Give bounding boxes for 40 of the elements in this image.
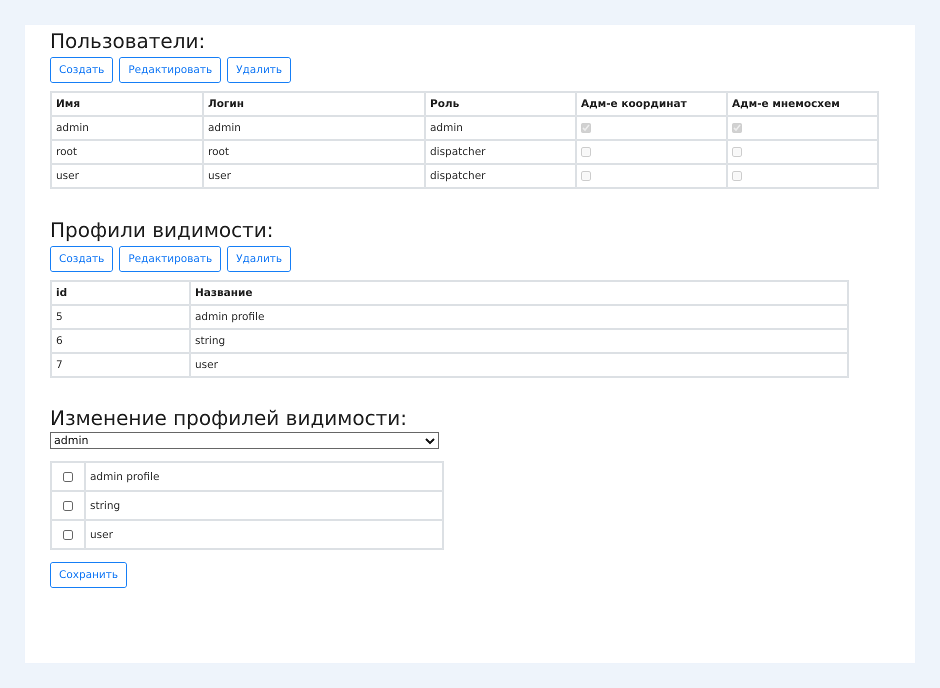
table-cell: dispatcher bbox=[425, 164, 576, 188]
action-button[interactable]: Создать bbox=[50, 246, 114, 272]
table-cell: 5 bbox=[51, 305, 190, 329]
section-title: Профили видимости: bbox=[50, 217, 275, 244]
action-button[interactable]: Редактировать bbox=[119, 246, 222, 272]
column-header: Имя bbox=[51, 92, 203, 116]
table-cell: root bbox=[203, 140, 425, 164]
table-cell: 6 bbox=[51, 329, 190, 353]
table-cell: admin bbox=[51, 116, 203, 140]
table-cell: user bbox=[203, 164, 425, 188]
section-title: Изменение профилей видимости: bbox=[50, 405, 408, 432]
section-title: Пользователи: bbox=[50, 28, 206, 55]
table-cell: user bbox=[51, 164, 203, 188]
table-cell: string bbox=[85, 491, 443, 520]
table-cell: admin bbox=[203, 116, 425, 140]
checkbox[interactable] bbox=[63, 530, 73, 540]
table-cell: root bbox=[51, 140, 203, 164]
action-button[interactable]: Удалить bbox=[227, 57, 292, 83]
table-cell: 7 bbox=[51, 353, 190, 377]
table-cell: user bbox=[85, 520, 443, 549]
column-header: id bbox=[51, 281, 190, 305]
table-cell: admin profile bbox=[85, 462, 443, 491]
table-cell: dispatcher bbox=[425, 140, 576, 164]
chevron-down-icon bbox=[425, 436, 435, 444]
table-cell: admin profile bbox=[190, 305, 848, 329]
table-cell: user bbox=[190, 353, 848, 377]
checkbox[interactable] bbox=[63, 472, 73, 482]
table-cell: string bbox=[190, 329, 848, 353]
column-header: Роль bbox=[425, 92, 576, 116]
column-header: Адм-е координат bbox=[576, 92, 727, 116]
table-cell: admin bbox=[425, 116, 576, 140]
column-header: Логин bbox=[203, 92, 425, 116]
action-button[interactable]: Редактировать bbox=[119, 57, 222, 83]
action-button[interactable]: Удалить bbox=[227, 246, 292, 272]
checkbox[interactable] bbox=[63, 500, 73, 511]
save-button[interactable]: Сохранить bbox=[50, 562, 128, 588]
column-header: Название bbox=[190, 281, 848, 305]
column-header: Адм-е мнемосхем bbox=[727, 92, 878, 116]
user-select[interactable]: admin bbox=[50, 432, 439, 449]
action-button[interactable]: Создать bbox=[50, 57, 114, 83]
